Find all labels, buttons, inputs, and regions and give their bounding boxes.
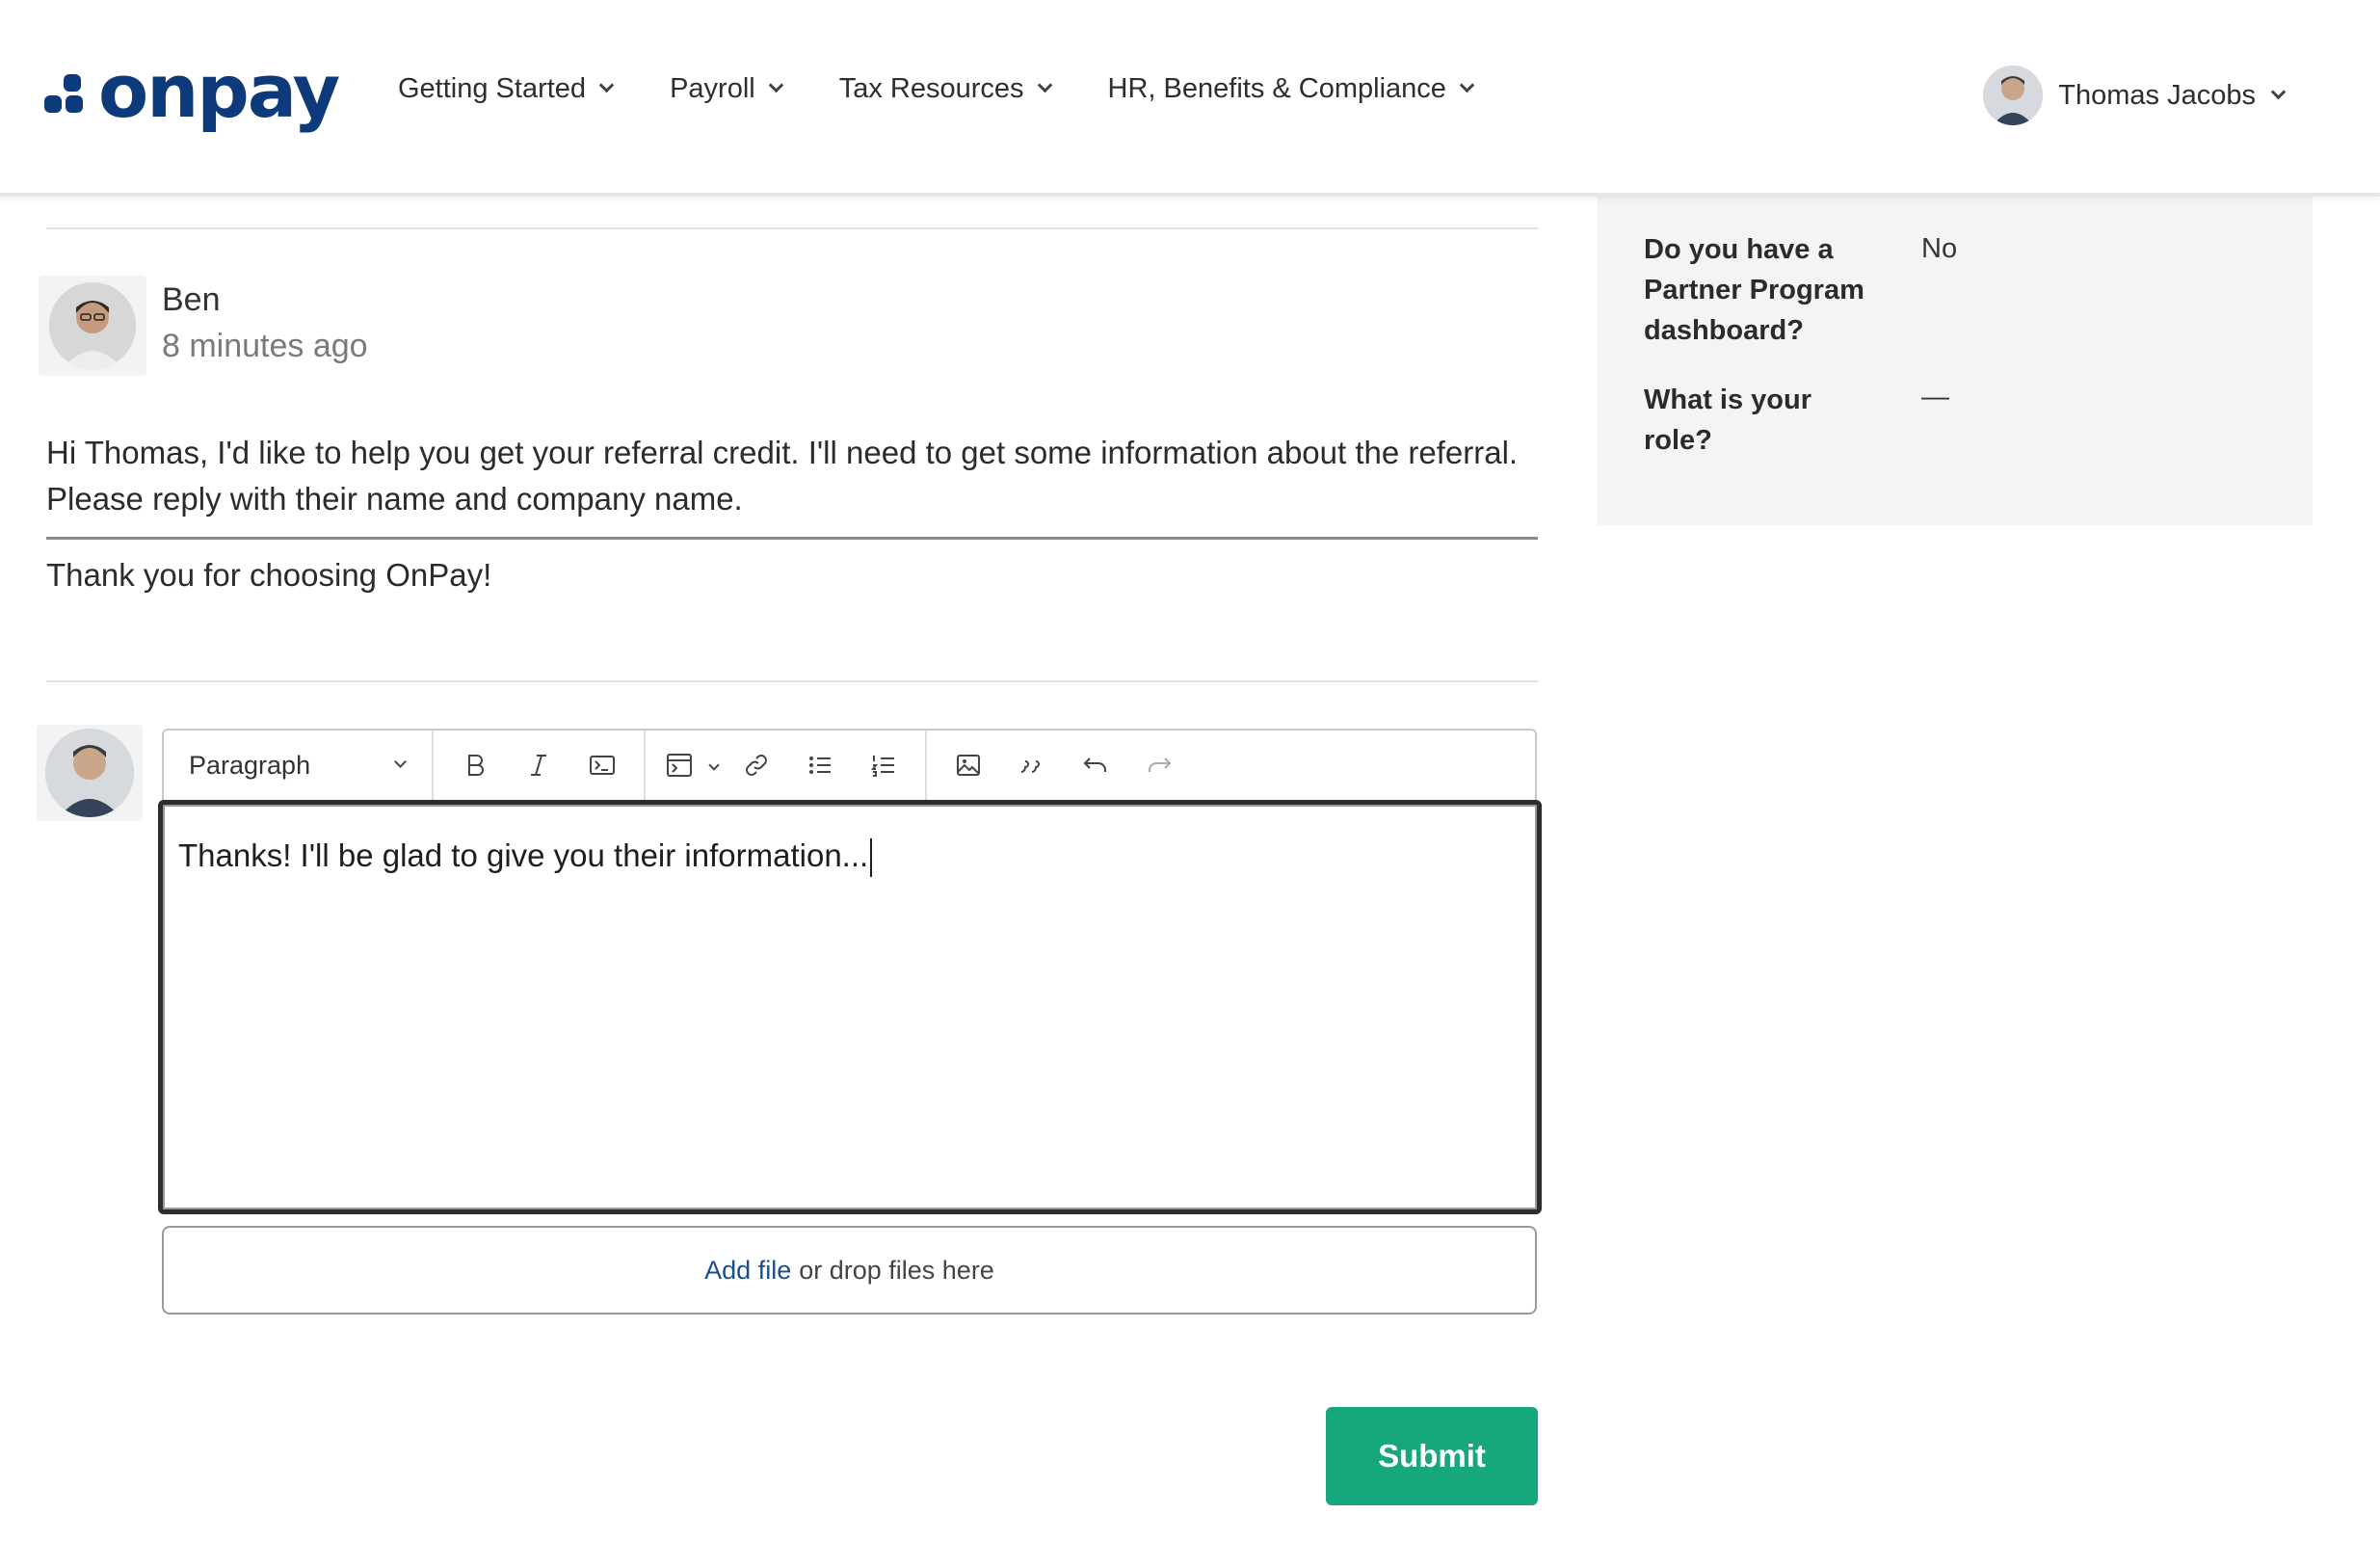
signature-divider [46, 537, 1538, 540]
field-answer: No [1921, 233, 1958, 264]
chevron-down-icon [598, 77, 615, 93]
avatar [45, 729, 134, 817]
field-answer: — [1921, 382, 1949, 412]
user-name: Thomas Jacobs [2058, 79, 2256, 111]
undo-icon[interactable] [1064, 738, 1127, 792]
toolbar-group-media [927, 730, 1201, 800]
toolbar-group-insert [646, 730, 927, 800]
field-question: What is your role? [1644, 385, 1812, 456]
current-user-avatar [37, 725, 143, 821]
nav-getting-started[interactable]: Getting Started [398, 73, 615, 105]
link-icon[interactable] [725, 738, 788, 792]
author-avatar [39, 276, 146, 376]
field-question: Do you have a Partner Program dashboard? [1644, 234, 1864, 346]
logo-mark-icon [44, 74, 89, 119]
submit-button[interactable]: Submit [1326, 1407, 1538, 1505]
file-dropzone[interactable]: Add file or drop files here [162, 1226, 1537, 1315]
bold-icon[interactable] [443, 738, 507, 792]
divider [46, 227, 1538, 229]
main-nav: Getting Started Payroll Tax Resources HR… [398, 73, 1530, 105]
code-block-icon[interactable] [655, 738, 703, 792]
avatar [1983, 66, 2044, 125]
dropdown-icon[interactable] [703, 738, 725, 792]
onpay-logo[interactable]: onpay [44, 55, 340, 133]
avatar [49, 282, 136, 369]
message-body: Hi Thomas, I'd like to help you get your… [46, 435, 1519, 517]
image-icon[interactable] [937, 738, 1000, 792]
quote-icon[interactable] [1000, 738, 1064, 792]
toolbar-group-format [434, 730, 646, 800]
numbered-list-icon[interactable] [852, 738, 915, 792]
code-icon[interactable] [570, 738, 634, 792]
dropzone-hint: or drop files here [799, 1255, 994, 1285]
chevron-down-icon [394, 755, 407, 768]
italic-icon[interactable] [507, 738, 570, 792]
nav-label: Getting Started [398, 73, 587, 104]
divider [46, 680, 1538, 682]
logo-text: onpay [98, 48, 340, 134]
nav-label: HR, Benefits & Compliance [1107, 73, 1446, 104]
ticket-details-panel: Do you have a Partner Program dashboard?… [1598, 193, 2313, 525]
user-menu[interactable]: Thomas Jacobs [1983, 66, 2287, 125]
bulleted-list-icon[interactable] [788, 738, 852, 792]
message-signature: Thank you for choosing OnPay! [46, 557, 492, 593]
text-caret [870, 838, 873, 878]
nav-payroll[interactable]: Payroll [670, 73, 783, 105]
chevron-down-icon [768, 77, 783, 93]
block-style-select[interactable]: Paragraph [164, 730, 434, 800]
block-style-value: Paragraph [189, 750, 311, 780]
editor-text: Thanks! I'll be glad to give you their i… [178, 837, 869, 873]
nav-label: Payroll [670, 73, 755, 104]
chevron-down-icon [1037, 77, 1052, 93]
nav-tax-resources[interactable]: Tax Resources [838, 73, 1052, 105]
reply-editor[interactable]: Thanks! I'll be glad to give you their i… [158, 800, 1542, 1214]
chevron-down-icon [2270, 84, 2287, 99]
top-nav-bar: onpay Getting Started Payroll Tax Resour… [0, 0, 2380, 197]
nav-hr-benefits-compliance[interactable]: HR, Benefits & Compliance [1107, 73, 1475, 105]
message-timestamp: 8 minutes ago [162, 328, 368, 364]
chevron-down-icon [1459, 77, 1475, 93]
editor-toolbar: Paragraph [162, 729, 1537, 800]
add-file-link[interactable]: Add file [704, 1256, 791, 1286]
nav-label: Tax Resources [838, 73, 1024, 104]
message-author: Ben [162, 281, 221, 318]
redo-icon[interactable] [1127, 738, 1191, 792]
